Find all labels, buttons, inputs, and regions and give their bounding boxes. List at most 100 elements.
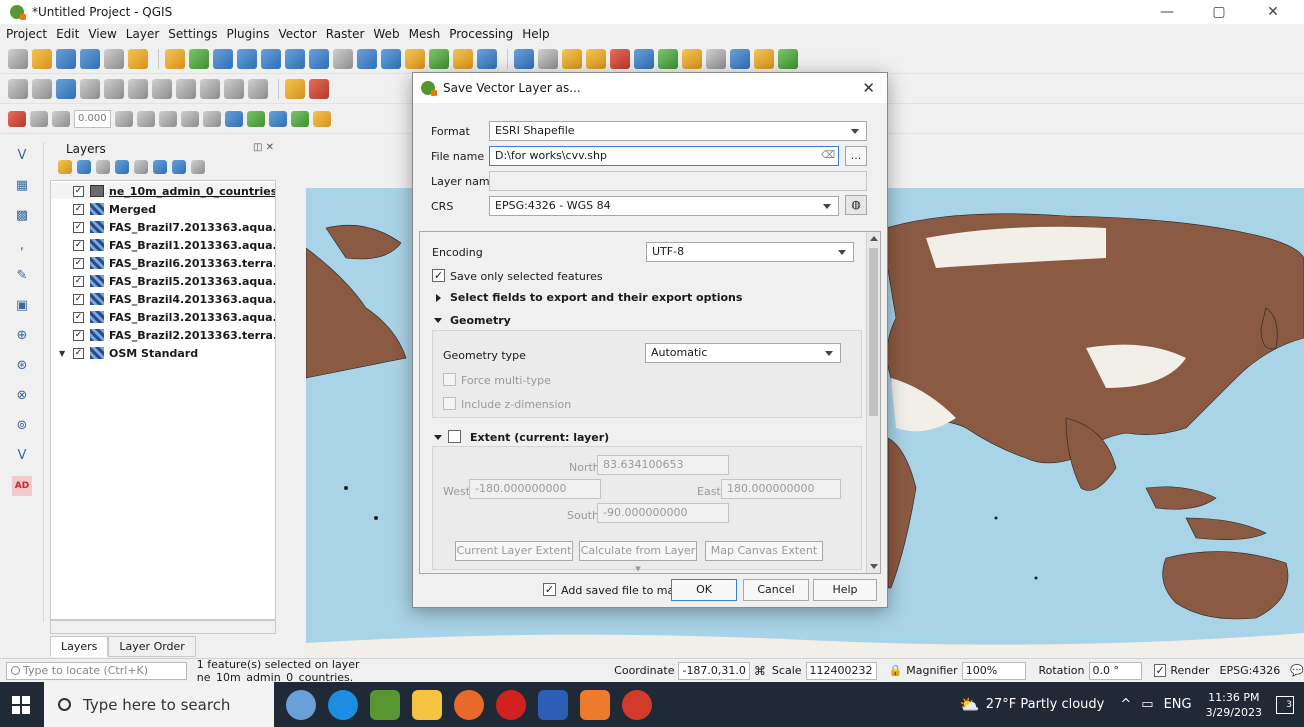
layer-row[interactable]: ▼ ✓ OSM Standard	[51, 345, 275, 361]
language-indicator[interactable]: ENG	[1164, 697, 1192, 712]
force-multi-checkbox[interactable]	[443, 373, 456, 386]
add-wfs-icon[interactable]: ⊛	[12, 356, 32, 376]
collapse-down-icon[interactable]	[434, 435, 442, 440]
map-canvas-extent-button[interactable]: Map Canvas Extent	[705, 541, 823, 561]
expand-right-icon[interactable]	[436, 294, 441, 302]
layer-row[interactable]: ✓ FAS_Brazil4.2013363.aqua.n:	[51, 291, 275, 307]
save-edits-icon[interactable]	[56, 78, 76, 99]
vertex-tool-icon[interactable]	[104, 78, 124, 99]
current-layer-extent-button[interactable]: Current Layer Extent	[455, 541, 573, 561]
annotation-icon[interactable]	[778, 48, 798, 69]
filename-input[interactable]: D:\for works\cvv.shp	[489, 146, 839, 166]
crs-select[interactable]: EPSG:4326 - WGS 84	[489, 196, 839, 216]
menu-layer[interactable]: Layer	[126, 27, 159, 41]
run-feature-action-icon[interactable]	[538, 48, 558, 69]
python-console-icon[interactable]	[285, 78, 305, 99]
layer-visibility-checkbox[interactable]: ✓	[73, 347, 84, 359]
layername-input[interactable]	[489, 171, 867, 191]
add-ad-layer-icon[interactable]: AD	[12, 476, 32, 496]
redo-icon[interactable]	[248, 78, 268, 99]
add-saved-file-checkbox[interactable]: ✓	[543, 583, 556, 596]
attribute-table-icon[interactable]	[634, 48, 654, 69]
layer-row[interactable]: ✓ FAS_Brazil7.2013363.aqua.n:	[51, 219, 275, 235]
encoding-select[interactable]: UTF-8	[646, 242, 854, 262]
south-input[interactable]: -90.000000000	[597, 503, 729, 523]
maximize-button[interactable]: ▢	[1196, 0, 1242, 24]
cut-features-icon[interactable]	[152, 78, 172, 99]
new-shapefile-icon[interactable]: V	[12, 446, 32, 466]
layer-row[interactable]: ✓ FAS_Brazil3.2013363.aqua.n:	[51, 309, 275, 325]
magnifier-field[interactable]: 100%	[961, 661, 1027, 680]
plugin2-icon[interactable]	[312, 110, 331, 127]
project-crs-button[interactable]: EPSG:4326	[1220, 664, 1281, 677]
network-icon[interactable]: ▭	[1141, 697, 1153, 712]
intersection-icon[interactable]	[180, 110, 199, 127]
snapping-type-icon[interactable]	[52, 110, 70, 127]
wps-presentation-icon[interactable]	[622, 689, 652, 720]
edge-browser-icon[interactable]	[328, 689, 358, 720]
expand-chevron-icon[interactable]: ▼	[59, 349, 65, 358]
geometry-type-select[interactable]: Automatic	[645, 343, 841, 363]
layers-horizontal-scrollbar[interactable]	[50, 620, 276, 634]
menu-help[interactable]: Help	[522, 27, 549, 41]
clock[interactable]: 11:36 PM 3/29/2023	[1206, 690, 1262, 720]
layer-visibility-checkbox[interactable]: ✓	[73, 311, 84, 323]
refresh-icon[interactable]	[477, 48, 497, 69]
messages-icon[interactable]: 💬	[1290, 664, 1304, 677]
help-button[interactable]: Help	[813, 579, 877, 601]
label-pin-icon[interactable]	[246, 110, 265, 127]
zoom-native-icon[interactable]	[333, 48, 353, 69]
minimize-button[interactable]: —	[1144, 0, 1190, 24]
cancel-button[interactable]: Cancel	[743, 579, 809, 601]
opera-icon[interactable]	[496, 689, 526, 720]
google-earth-icon[interactable]	[580, 689, 610, 720]
plugin-icon[interactable]	[309, 78, 329, 99]
weather-text[interactable]: 27°F Partly cloudy	[986, 697, 1105, 712]
identify-icon[interactable]	[514, 48, 534, 69]
locator-icon[interactable]	[290, 110, 309, 127]
self-snapping-icon[interactable]	[136, 110, 155, 127]
collapse-down-icon[interactable]	[434, 318, 442, 323]
tracing-icon[interactable]	[202, 110, 221, 127]
lock-icon[interactable]: 🔒	[889, 664, 903, 677]
options-vertical-scrollbar[interactable]	[866, 232, 880, 573]
dialog-close-icon[interactable]: ✕	[862, 79, 875, 97]
remove-layer-icon[interactable]	[191, 160, 205, 174]
zoom-selection-icon[interactable]	[285, 48, 305, 69]
locator-search-input[interactable]: Type to locate (Ctrl+K)	[6, 661, 187, 680]
save-project-icon[interactable]	[56, 48, 76, 69]
menu-project[interactable]: Project	[6, 27, 47, 41]
east-input[interactable]: 180.000000000	[721, 479, 841, 499]
statistics-icon[interactable]	[706, 48, 726, 69]
add-postgis-icon[interactable]: ▣	[12, 296, 32, 316]
label-show-icon[interactable]	[268, 110, 287, 127]
add-spatialite-icon[interactable]: ✎	[12, 266, 32, 286]
bookmark-icon[interactable]	[429, 48, 449, 69]
file-explorer-icon[interactable]	[412, 689, 442, 720]
notifications-icon[interactable]: 3	[1276, 695, 1294, 714]
toggle-extents-icon[interactable]: ⌘	[754, 664, 766, 678]
add-delimited-text-icon[interactable]: ,	[12, 236, 32, 256]
map-tips-icon[interactable]	[754, 48, 774, 69]
layer-visibility-checkbox[interactable]: ✓	[73, 221, 84, 233]
current-edits-icon[interactable]	[8, 78, 28, 99]
field-calculator-icon[interactable]	[658, 48, 678, 69]
add-vector-layer-icon[interactable]: V	[12, 146, 32, 166]
add-wms-icon[interactable]: ⊕	[12, 326, 32, 346]
menu-plugins[interactable]: Plugins	[226, 27, 269, 41]
north-input[interactable]: 83.634100653	[597, 455, 729, 475]
tolerance-input[interactable]: 0.000	[74, 109, 111, 128]
extent-checkbox[interactable]	[448, 430, 461, 443]
geometry-section[interactable]: Geometry	[450, 314, 511, 327]
digitize-icon[interactable]	[80, 78, 100, 99]
paste-features-icon[interactable]	[200, 78, 220, 99]
filter-legend-icon[interactable]	[115, 160, 129, 174]
firefox-icon[interactable]	[454, 689, 484, 720]
topological-editing-icon[interactable]	[158, 110, 177, 127]
layer-visibility-checkbox[interactable]: ✓	[73, 329, 84, 341]
tab-layer-order[interactable]: Layer Order	[108, 636, 196, 657]
panel-float-close-icon[interactable]: ◫ ✕	[253, 142, 274, 153]
include-z-checkbox[interactable]	[443, 397, 456, 410]
layer-visibility-checkbox[interactable]: ✓	[73, 203, 84, 215]
layer-row[interactable]: ✓ FAS_Brazil2.2013363.terra.n:	[51, 327, 275, 343]
